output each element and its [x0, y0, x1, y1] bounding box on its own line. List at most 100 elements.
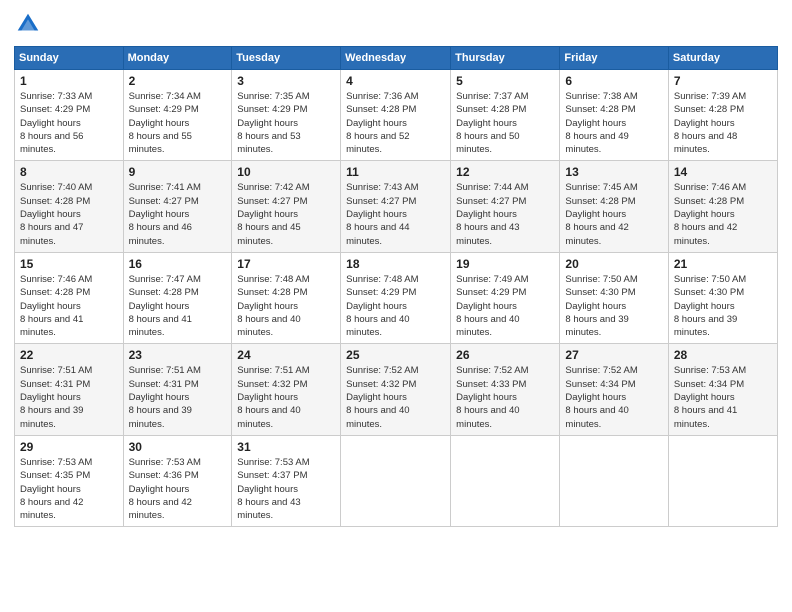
day-info: Sunrise: 7:43 AMSunset: 4:27 PMDaylight … [346, 182, 418, 246]
day-info: Sunrise: 7:37 AMSunset: 4:28 PMDaylight … [456, 91, 528, 155]
calendar-week-row: 29 Sunrise: 7:53 AMSunset: 4:35 PMDaylig… [15, 435, 778, 526]
day-number: 1 [20, 74, 118, 88]
day-info: Sunrise: 7:51 AMSunset: 4:31 PMDaylight … [129, 365, 201, 429]
day-number: 12 [456, 165, 554, 179]
weekday-header: Monday [123, 47, 232, 70]
calendar-day-cell [341, 435, 451, 526]
calendar-day-cell: 19 Sunrise: 7:49 AMSunset: 4:29 PMDaylig… [451, 252, 560, 343]
calendar-day-cell: 8 Sunrise: 7:40 AMSunset: 4:28 PMDayligh… [15, 161, 124, 252]
weekday-header: Wednesday [341, 47, 451, 70]
weekday-header: Thursday [451, 47, 560, 70]
day-number: 2 [129, 74, 227, 88]
day-info: Sunrise: 7:48 AMSunset: 4:28 PMDaylight … [237, 274, 309, 338]
day-number: 17 [237, 257, 335, 271]
day-number: 3 [237, 74, 335, 88]
page-container: SundayMondayTuesdayWednesdayThursdayFrid… [0, 0, 792, 612]
day-info: Sunrise: 7:53 AMSunset: 4:35 PMDaylight … [20, 457, 92, 521]
day-number: 7 [674, 74, 772, 88]
weekday-header: Tuesday [232, 47, 341, 70]
day-info: Sunrise: 7:46 AMSunset: 4:28 PMDaylight … [20, 274, 92, 338]
day-info: Sunrise: 7:50 AMSunset: 4:30 PMDaylight … [565, 274, 637, 338]
day-info: Sunrise: 7:52 AMSunset: 4:33 PMDaylight … [456, 365, 528, 429]
calendar-week-row: 15 Sunrise: 7:46 AMSunset: 4:28 PMDaylig… [15, 252, 778, 343]
day-info: Sunrise: 7:38 AMSunset: 4:28 PMDaylight … [565, 91, 637, 155]
day-info: Sunrise: 7:47 AMSunset: 4:28 PMDaylight … [129, 274, 201, 338]
calendar-day-cell: 10 Sunrise: 7:42 AMSunset: 4:27 PMDaylig… [232, 161, 341, 252]
weekday-header: Saturday [668, 47, 777, 70]
day-number: 11 [346, 165, 445, 179]
day-number: 31 [237, 440, 335, 454]
day-number: 14 [674, 165, 772, 179]
calendar-day-cell [668, 435, 777, 526]
day-number: 6 [565, 74, 662, 88]
day-info: Sunrise: 7:51 AMSunset: 4:31 PMDaylight … [20, 365, 92, 429]
day-number: 30 [129, 440, 227, 454]
day-number: 21 [674, 257, 772, 271]
calendar-day-cell: 11 Sunrise: 7:43 AMSunset: 4:27 PMDaylig… [341, 161, 451, 252]
day-info: Sunrise: 7:46 AMSunset: 4:28 PMDaylight … [674, 182, 746, 246]
day-number: 25 [346, 348, 445, 362]
day-info: Sunrise: 7:44 AMSunset: 4:27 PMDaylight … [456, 182, 528, 246]
calendar-day-cell [451, 435, 560, 526]
day-number: 28 [674, 348, 772, 362]
calendar-day-cell: 26 Sunrise: 7:52 AMSunset: 4:33 PMDaylig… [451, 344, 560, 435]
weekday-header: Friday [560, 47, 668, 70]
day-info: Sunrise: 7:35 AMSunset: 4:29 PMDaylight … [237, 91, 309, 155]
calendar-day-cell: 3 Sunrise: 7:35 AMSunset: 4:29 PMDayligh… [232, 70, 341, 161]
calendar-day-cell: 13 Sunrise: 7:45 AMSunset: 4:28 PMDaylig… [560, 161, 668, 252]
calendar-day-cell: 7 Sunrise: 7:39 AMSunset: 4:28 PMDayligh… [668, 70, 777, 161]
calendar-day-cell: 1 Sunrise: 7:33 AMSunset: 4:29 PMDayligh… [15, 70, 124, 161]
calendar-header: SundayMondayTuesdayWednesdayThursdayFrid… [15, 47, 778, 70]
day-number: 13 [565, 165, 662, 179]
day-number: 10 [237, 165, 335, 179]
day-info: Sunrise: 7:34 AMSunset: 4:29 PMDaylight … [129, 91, 201, 155]
calendar-day-cell: 17 Sunrise: 7:48 AMSunset: 4:28 PMDaylig… [232, 252, 341, 343]
day-number: 27 [565, 348, 662, 362]
day-info: Sunrise: 7:41 AMSunset: 4:27 PMDaylight … [129, 182, 201, 246]
header [14, 10, 778, 38]
day-info: Sunrise: 7:45 AMSunset: 4:28 PMDaylight … [565, 182, 637, 246]
calendar-week-row: 8 Sunrise: 7:40 AMSunset: 4:28 PMDayligh… [15, 161, 778, 252]
day-number: 5 [456, 74, 554, 88]
calendar-day-cell: 9 Sunrise: 7:41 AMSunset: 4:27 PMDayligh… [123, 161, 232, 252]
day-number: 15 [20, 257, 118, 271]
calendar-day-cell: 29 Sunrise: 7:53 AMSunset: 4:35 PMDaylig… [15, 435, 124, 526]
calendar-day-cell: 31 Sunrise: 7:53 AMSunset: 4:37 PMDaylig… [232, 435, 341, 526]
day-info: Sunrise: 7:49 AMSunset: 4:29 PMDaylight … [456, 274, 528, 338]
day-number: 16 [129, 257, 227, 271]
calendar-day-cell: 5 Sunrise: 7:37 AMSunset: 4:28 PMDayligh… [451, 70, 560, 161]
day-info: Sunrise: 7:36 AMSunset: 4:28 PMDaylight … [346, 91, 418, 155]
day-number: 24 [237, 348, 335, 362]
day-number: 9 [129, 165, 227, 179]
calendar-day-cell: 15 Sunrise: 7:46 AMSunset: 4:28 PMDaylig… [15, 252, 124, 343]
calendar-day-cell: 21 Sunrise: 7:50 AMSunset: 4:30 PMDaylig… [668, 252, 777, 343]
calendar-day-cell: 2 Sunrise: 7:34 AMSunset: 4:29 PMDayligh… [123, 70, 232, 161]
calendar-day-cell [560, 435, 668, 526]
calendar-day-cell: 20 Sunrise: 7:50 AMSunset: 4:30 PMDaylig… [560, 252, 668, 343]
calendar-day-cell: 28 Sunrise: 7:53 AMSunset: 4:34 PMDaylig… [668, 344, 777, 435]
calendar: SundayMondayTuesdayWednesdayThursdayFrid… [14, 46, 778, 527]
weekday-row: SundayMondayTuesdayWednesdayThursdayFrid… [15, 47, 778, 70]
calendar-week-row: 1 Sunrise: 7:33 AMSunset: 4:29 PMDayligh… [15, 70, 778, 161]
day-number: 18 [346, 257, 445, 271]
day-number: 23 [129, 348, 227, 362]
calendar-week-row: 22 Sunrise: 7:51 AMSunset: 4:31 PMDaylig… [15, 344, 778, 435]
day-number: 22 [20, 348, 118, 362]
calendar-day-cell: 18 Sunrise: 7:48 AMSunset: 4:29 PMDaylig… [341, 252, 451, 343]
calendar-day-cell: 14 Sunrise: 7:46 AMSunset: 4:28 PMDaylig… [668, 161, 777, 252]
logo-icon [14, 10, 42, 38]
logo [14, 10, 46, 38]
calendar-day-cell: 4 Sunrise: 7:36 AMSunset: 4:28 PMDayligh… [341, 70, 451, 161]
day-info: Sunrise: 7:39 AMSunset: 4:28 PMDaylight … [674, 91, 746, 155]
calendar-day-cell: 27 Sunrise: 7:52 AMSunset: 4:34 PMDaylig… [560, 344, 668, 435]
calendar-day-cell: 23 Sunrise: 7:51 AMSunset: 4:31 PMDaylig… [123, 344, 232, 435]
day-number: 8 [20, 165, 118, 179]
day-info: Sunrise: 7:33 AMSunset: 4:29 PMDaylight … [20, 91, 92, 155]
day-number: 4 [346, 74, 445, 88]
day-info: Sunrise: 7:52 AMSunset: 4:34 PMDaylight … [565, 365, 637, 429]
day-info: Sunrise: 7:48 AMSunset: 4:29 PMDaylight … [346, 274, 418, 338]
day-info: Sunrise: 7:42 AMSunset: 4:27 PMDaylight … [237, 182, 309, 246]
calendar-day-cell: 30 Sunrise: 7:53 AMSunset: 4:36 PMDaylig… [123, 435, 232, 526]
calendar-day-cell: 22 Sunrise: 7:51 AMSunset: 4:31 PMDaylig… [15, 344, 124, 435]
calendar-day-cell: 12 Sunrise: 7:44 AMSunset: 4:27 PMDaylig… [451, 161, 560, 252]
